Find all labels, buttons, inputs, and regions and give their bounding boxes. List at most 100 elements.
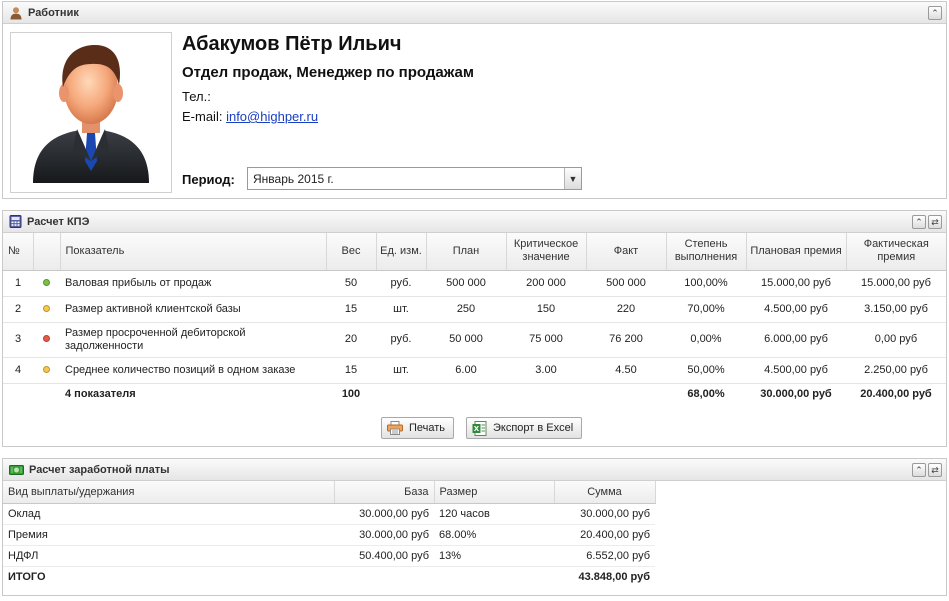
col-header-sum[interactable]: Сумма	[554, 481, 656, 504]
fact: 4.50	[586, 357, 666, 384]
total-planned-bonus: 30.000,00 руб	[760, 388, 832, 401]
total-weight: 100	[341, 388, 361, 401]
col-header-num[interactable]: №	[3, 233, 34, 271]
salary-panel-header: Расчет заработной платы ⌃ ⇄	[3, 459, 946, 481]
kpi-panel-header: Расчет КПЭ ⌃ ⇄	[3, 211, 946, 233]
collapse-icon: ⌃	[915, 216, 923, 227]
total-empty-cell	[3, 383, 33, 405]
col-header-payment-type[interactable]: Вид выплаты/удержания	[3, 481, 335, 504]
col-header-critical[interactable]: Критическое значение	[506, 233, 587, 271]
refresh-icon: ⇄	[931, 216, 939, 227]
table-row[interactable]: 2 Размер активной клиентской базы 15 шт.…	[3, 296, 946, 323]
worker-email: E-mail: info@highper.ru	[182, 109, 318, 124]
table-row[interactable]: 1 Валовая прибыль от продаж 50 руб. 500 …	[3, 270, 946, 297]
salary-total-label: ИТОГО	[8, 570, 46, 583]
table-row[interactable]: НДФЛ 50.400,00 руб 13% 6.552,00 руб	[3, 545, 655, 567]
user-icon	[9, 6, 23, 20]
total-completion: 68,00%	[687, 388, 725, 401]
table-row[interactable]: 4 Среднее количество позиций в одном зак…	[3, 357, 946, 384]
payment-sum: 6.552,00 руб	[554, 545, 655, 567]
total-label: 4 показателя	[65, 388, 136, 401]
table-row[interactable]: Премия 30.000,00 руб 68.00% 20.400,00 ру…	[3, 524, 655, 546]
unit: руб.	[376, 322, 426, 358]
refresh-kpi-panel-button[interactable]: ⇄	[928, 215, 942, 229]
email-link[interactable]: info@highper.ru	[226, 109, 318, 124]
status-cell	[33, 296, 60, 323]
period-label: Период:	[182, 172, 235, 187]
period-dropdown-button[interactable]: ▼	[564, 168, 581, 189]
table-row[interactable]: 3 Размер просроченной дебиторской задолж…	[3, 322, 946, 358]
indicator-name: Валовая прибыль от продаж	[60, 270, 326, 297]
kpi-total-row: 4 показателя 100 68,00% 30.000,00 руб 20…	[3, 383, 946, 405]
col-header-weight[interactable]: Вес	[326, 233, 377, 271]
avatar-image	[33, 45, 149, 183]
critical-value: 3.00	[506, 357, 586, 384]
salary-panel: Расчет заработной платы ⌃ ⇄ Вид выплаты/…	[2, 458, 947, 596]
salary-panel-title: Расчет заработной платы	[29, 463, 170, 476]
col-header-plan[interactable]: План	[426, 233, 507, 271]
total-empty-cell	[586, 383, 666, 405]
payment-sum: 30.000,00 руб	[554, 503, 655, 525]
status-dot-icon	[43, 279, 50, 286]
collapse-salary-panel-button[interactable]: ⌃	[912, 463, 926, 477]
worker-name: Абакумов Пётр Ильич	[182, 33, 402, 55]
worker-panel-header: Работник ⌃	[3, 2, 946, 24]
planned-bonus: 4.500,00 руб	[746, 357, 846, 384]
period-select[interactable]: Январь 2015 г. ▼	[247, 167, 582, 190]
plan: 500 000	[426, 270, 506, 297]
status-cell	[33, 357, 60, 384]
kpi-table: № Показатель Вес Ед. изм. План Критическ…	[3, 233, 946, 405]
row-num: 2	[3, 296, 33, 323]
payment-type: НДФЛ	[3, 545, 334, 567]
col-header-status[interactable]	[33, 233, 61, 271]
col-header-actual-bonus[interactable]: Фактическая премия	[846, 233, 946, 271]
plan: 250	[426, 296, 506, 323]
col-header-unit[interactable]: Ед. изм.	[376, 233, 427, 271]
completion: 100,00%	[666, 270, 746, 297]
indicator-name: Размер просроченной дебиторской задолжен…	[60, 322, 326, 358]
weight: 20	[326, 322, 376, 358]
col-header-completion[interactable]: Степень выполнения	[666, 233, 747, 271]
refresh-icon: ⇄	[931, 464, 939, 475]
worker-phone: Тел.:	[182, 89, 211, 104]
status-dot-icon	[43, 366, 50, 373]
excel-icon: X	[472, 420, 487, 436]
kpi-panel-title: Расчет КПЭ	[27, 215, 90, 228]
fact: 220	[586, 296, 666, 323]
avatar	[10, 32, 172, 193]
worker-panel-title: Работник	[28, 6, 79, 19]
refresh-salary-panel-button[interactable]: ⇄	[928, 463, 942, 477]
worker-panel: Работник ⌃ Абакумов Пётр Ильич Отдел про…	[2, 1, 947, 199]
chevron-down-icon: ▼	[568, 173, 578, 184]
indicator-name: Среднее количество позиций в одном заказ…	[60, 357, 326, 384]
export-excel-button[interactable]: X Экспорт в Excel	[466, 417, 583, 439]
print-button[interactable]: Печать	[381, 417, 455, 439]
status-dot-icon	[43, 335, 50, 342]
collapse-kpi-panel-button[interactable]: ⌃	[912, 215, 926, 229]
svg-text:X: X	[474, 425, 480, 433]
weight: 15	[326, 296, 376, 323]
critical-value: 200 000	[506, 270, 586, 297]
total-empty-cell	[33, 383, 60, 405]
col-header-fact[interactable]: Факт	[586, 233, 667, 271]
indicator-name: Размер активной клиентской базы	[60, 296, 326, 323]
col-header-size[interactable]: Размер	[434, 481, 555, 504]
total-empty-cell	[434, 566, 554, 587]
status-dot-icon	[43, 305, 50, 312]
salary-table: Вид выплаты/удержания База Размер Сумма …	[3, 481, 656, 587]
col-header-planned-bonus[interactable]: Плановая премия	[746, 233, 847, 271]
col-header-base[interactable]: База	[334, 481, 435, 504]
completion: 70,00%	[666, 296, 746, 323]
actual-bonus: 15.000,00 руб	[846, 270, 946, 297]
collapse-worker-panel-button[interactable]: ⌃	[928, 6, 942, 20]
unit: руб.	[376, 270, 426, 297]
total-empty-cell	[334, 566, 434, 587]
table-row[interactable]: Оклад 30.000,00 руб 120 часов 30.000,00 …	[3, 503, 655, 525]
col-header-indicator[interactable]: Показатель	[60, 233, 327, 271]
completion: 0,00%	[666, 322, 746, 358]
payment-size: 13%	[434, 545, 554, 567]
actual-bonus: 3.150,00 руб	[846, 296, 946, 323]
planned-bonus: 15.000,00 руб	[746, 270, 846, 297]
money-icon	[9, 464, 24, 476]
print-label: Печать	[409, 422, 446, 434]
